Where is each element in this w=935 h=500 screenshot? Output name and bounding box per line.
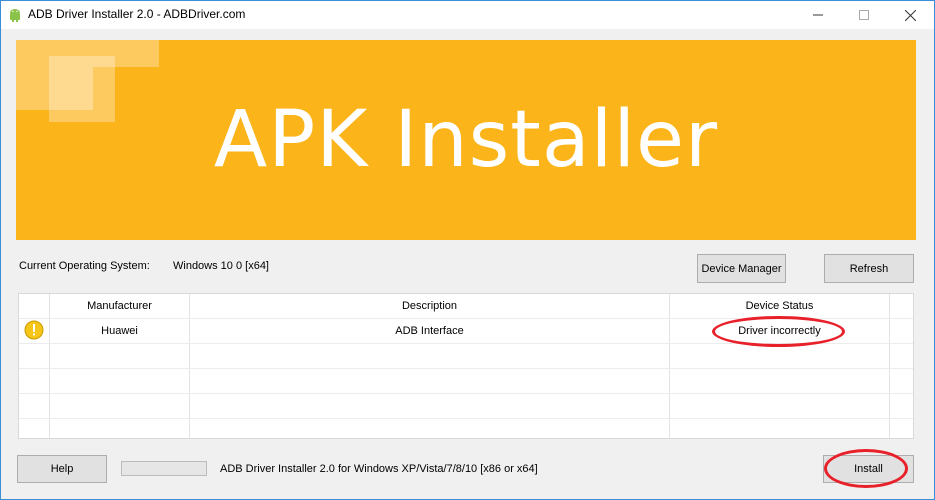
install-highlight-annotation <box>824 449 908 488</box>
row-divider <box>19 418 913 419</box>
driver-table: Manufacturer Description Device Status H… <box>18 293 914 439</box>
title-bar[interactable]: ADB Driver Installer 2.0 - ADBDriver.com <box>1 1 934 29</box>
apk-installer-banner: APK Installer <box>16 40 916 240</box>
warning-icon <box>24 320 44 340</box>
install-progress-bar <box>121 461 207 476</box>
maximize-icon[interactable] <box>841 1 887 29</box>
column-header-device-status[interactable]: Device Status <box>670 300 889 312</box>
device-manager-button[interactable]: Device Manager <box>697 254 786 283</box>
window-title: ADB Driver Installer 2.0 - ADBDriver.com <box>28 7 246 21</box>
help-button[interactable]: Help <box>17 455 107 483</box>
refresh-button[interactable]: Refresh <box>824 254 914 283</box>
cell-description[interactable]: ADB Interface <box>190 325 669 337</box>
app-window: ADB Driver Installer 2.0 - ADBDriver.com… <box>0 0 935 500</box>
close-icon[interactable] <box>887 1 933 29</box>
minimize-icon[interactable] <box>795 1 841 29</box>
column-header-description[interactable]: Description <box>190 300 669 312</box>
os-value: Windows 10 0 [x64] <box>173 260 269 272</box>
status-highlight-annotation <box>712 316 845 347</box>
cell-manufacturer[interactable]: Huawei <box>50 325 189 337</box>
row-divider <box>19 393 913 394</box>
status-text: ADB Driver Installer 2.0 for Windows XP/… <box>220 463 538 475</box>
row-divider <box>19 368 913 369</box>
column-header-manufacturer[interactable]: Manufacturer <box>50 300 189 312</box>
banner-title: APK Installer <box>213 95 719 185</box>
android-app-icon <box>7 7 23 23</box>
os-label: Current Operating System: <box>19 260 150 272</box>
